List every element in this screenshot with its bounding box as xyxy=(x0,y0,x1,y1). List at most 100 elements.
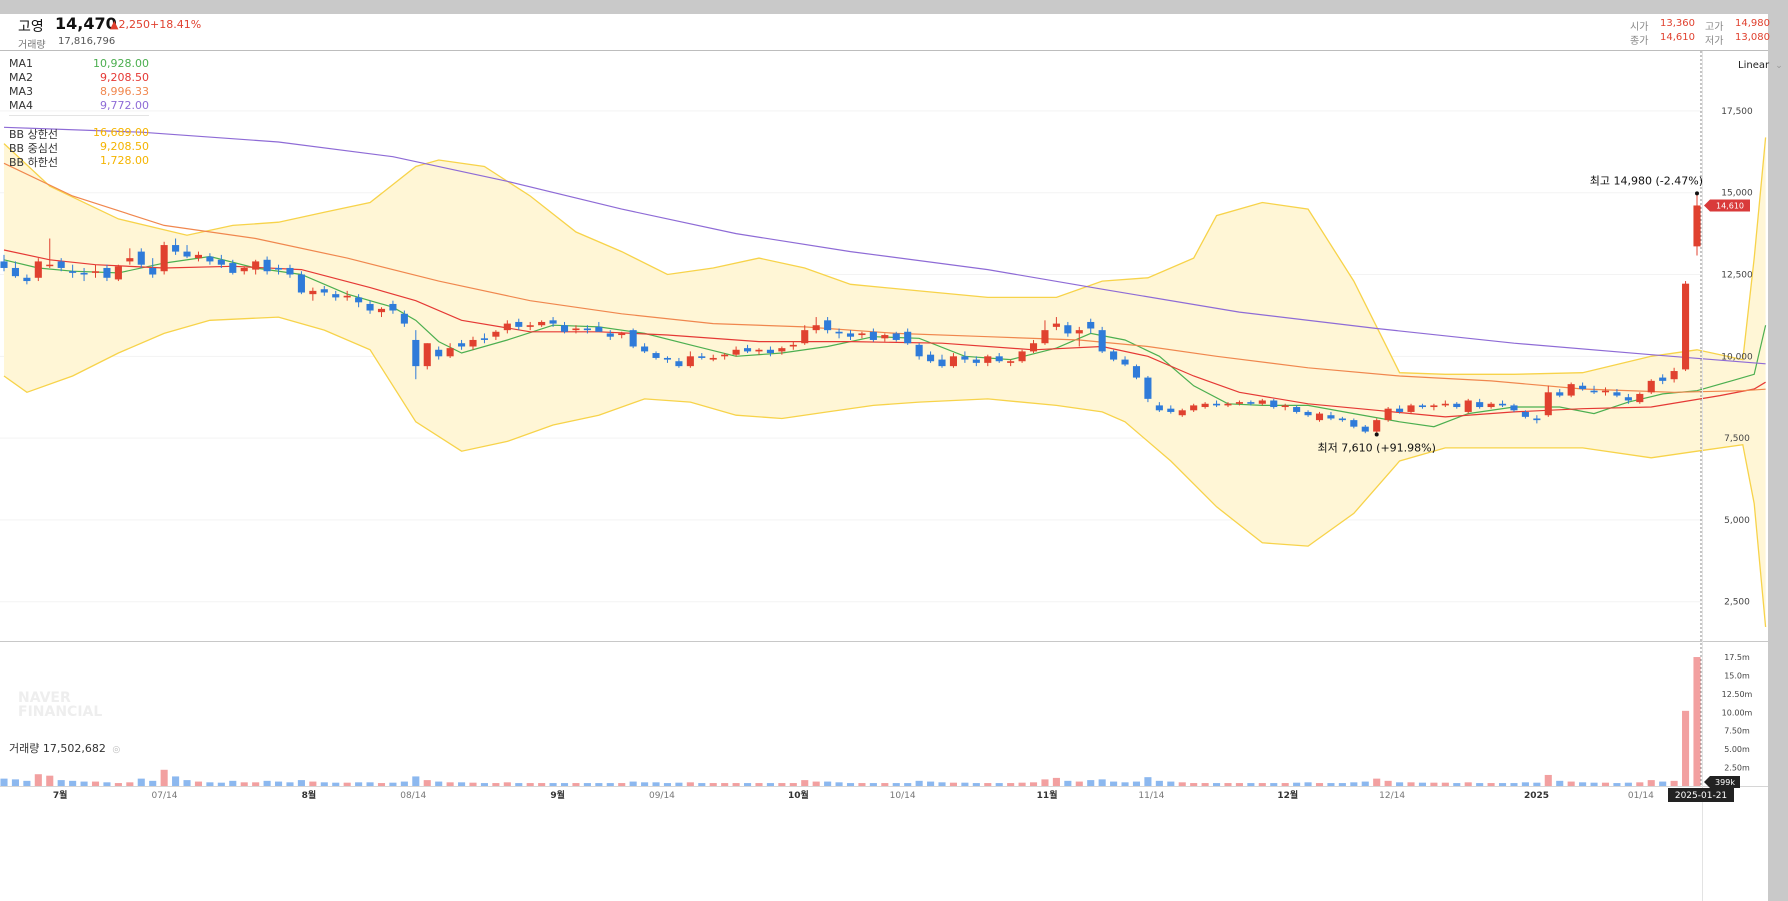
candle-body xyxy=(949,356,957,367)
settings-icon[interactable]: ◎ xyxy=(112,745,120,755)
indicator-ma1[interactable]: MA1 10,928.00 xyxy=(9,57,149,71)
candle-body xyxy=(1670,371,1678,380)
volume-bar xyxy=(194,781,203,786)
volume-tag-label: 399k xyxy=(1715,778,1735,787)
candle-body xyxy=(1373,420,1381,432)
volume-panel-value: 17,502,682 xyxy=(42,742,106,755)
volume-bar xyxy=(1441,782,1449,786)
candle-body xyxy=(34,261,42,278)
volume-bar xyxy=(57,780,65,786)
volume-bar xyxy=(675,782,683,786)
volume-bar xyxy=(1647,780,1655,786)
scale-toggle[interactable]: Linear ⌄ xyxy=(1738,60,1783,71)
low-value: 13,080 xyxy=(1735,32,1770,43)
candle-body xyxy=(766,349,774,354)
volume-bar xyxy=(435,781,443,786)
candle-body xyxy=(286,267,294,275)
candle-body xyxy=(343,295,351,298)
volume-bar xyxy=(1670,780,1678,786)
low-label: 저가 xyxy=(1705,36,1724,47)
candle-body xyxy=(252,261,260,270)
candle-body xyxy=(858,333,866,336)
volume-bar xyxy=(480,783,488,786)
volume-bar xyxy=(183,780,191,786)
candle-body xyxy=(355,297,363,303)
candle-body xyxy=(915,344,923,357)
candle-body xyxy=(1498,403,1507,406)
current-price: 14,470 xyxy=(55,14,117,33)
indicator-bb-lower[interactable]: BB 하한선 1,728.00 xyxy=(9,154,149,169)
candle-body xyxy=(229,263,237,273)
volume-bar xyxy=(1052,777,1060,786)
volume-bar xyxy=(915,780,923,786)
candle-body xyxy=(984,356,992,363)
candle-body xyxy=(606,333,614,337)
current-price-tag: 14,610 xyxy=(1704,199,1750,212)
candle-body xyxy=(1235,402,1243,404)
candle-body xyxy=(560,325,569,332)
candle-body xyxy=(1613,392,1621,396)
close-label: 종가 xyxy=(1630,36,1649,47)
volume-bar xyxy=(1338,783,1346,786)
volume-bar xyxy=(274,781,283,786)
y-axis-labels: 2,500 5,000 7,500 10,000 12,500 15,000 17,500 xyxy=(1721,107,1753,608)
candle-body xyxy=(1155,405,1163,411)
candle-body xyxy=(846,333,855,337)
volume-bar xyxy=(114,783,122,786)
volume-bar xyxy=(240,782,248,786)
candle-body xyxy=(240,267,248,272)
x-tick-label: 7월 xyxy=(53,789,68,801)
indicator-ma2[interactable]: MA2 9,208.50 xyxy=(9,71,149,85)
candle-body xyxy=(1007,361,1015,363)
volume-bar xyxy=(1167,781,1175,786)
volume-bar xyxy=(11,779,19,786)
volume-bar xyxy=(1270,783,1278,786)
volume-bar xyxy=(1201,783,1209,786)
chart-canvas[interactable]: 2,5005,0007,50010,00012,50015,00017,500 2… xyxy=(0,14,1768,901)
candle-body xyxy=(1647,380,1655,393)
candle-body xyxy=(892,333,900,340)
candle-body xyxy=(1453,403,1461,408)
volume-bar xyxy=(34,774,42,786)
volume-bar xyxy=(458,782,466,786)
candle-body xyxy=(503,323,511,331)
candle-body xyxy=(755,349,763,352)
x-axis-labels: 7월 07/14 8월 08/14 9월 09/14 10월 10/14 11월 11/14 12월… xyxy=(53,789,1654,801)
candle-body xyxy=(538,321,546,326)
volume-bar xyxy=(366,782,374,786)
volume-bar xyxy=(1315,783,1324,786)
candle-body xyxy=(869,331,877,340)
indicator-ma3[interactable]: MA3 8,996.33 xyxy=(9,85,149,99)
volume-bar xyxy=(1544,774,1552,786)
candle-body xyxy=(549,320,557,324)
volume-bar xyxy=(1247,783,1255,786)
volume-bar xyxy=(549,783,557,786)
volume-bar xyxy=(1693,657,1701,786)
volume-bar xyxy=(355,782,363,786)
candle-body xyxy=(480,338,488,340)
candle-body xyxy=(1418,405,1427,408)
volume-axis-labels: 2.50m 5.00m 7.50m 10.00m 12.50m 15.0m 17.5m xyxy=(1722,653,1753,773)
volume-bar xyxy=(1601,782,1610,786)
candle-body xyxy=(904,331,912,344)
volume-bar xyxy=(1533,782,1541,786)
volume-bar xyxy=(1178,782,1186,786)
candle-body xyxy=(11,267,19,277)
price-change-percent: +18.41% xyxy=(150,18,202,31)
volume-bar xyxy=(320,782,328,786)
volume-bar xyxy=(995,783,1003,786)
volume-bar xyxy=(778,783,786,786)
volume-bar xyxy=(126,782,134,786)
candle-body xyxy=(595,326,603,332)
indicator-ma4[interactable]: MA4 9,772.00 xyxy=(9,99,149,113)
volume-bar xyxy=(297,780,305,786)
candle-body xyxy=(126,258,134,262)
candle-body xyxy=(46,264,54,267)
volume-bar xyxy=(824,781,832,786)
indicator-bb-upper[interactable]: BB 상한선 16,689.00 xyxy=(9,126,149,141)
indicator-bb-middle[interactable]: BB 중심선 9,208.50 xyxy=(9,140,149,155)
high-label: 고가 xyxy=(1705,22,1724,33)
legend-divider xyxy=(9,115,149,116)
candle-body xyxy=(641,346,649,352)
candle-body xyxy=(583,328,591,331)
